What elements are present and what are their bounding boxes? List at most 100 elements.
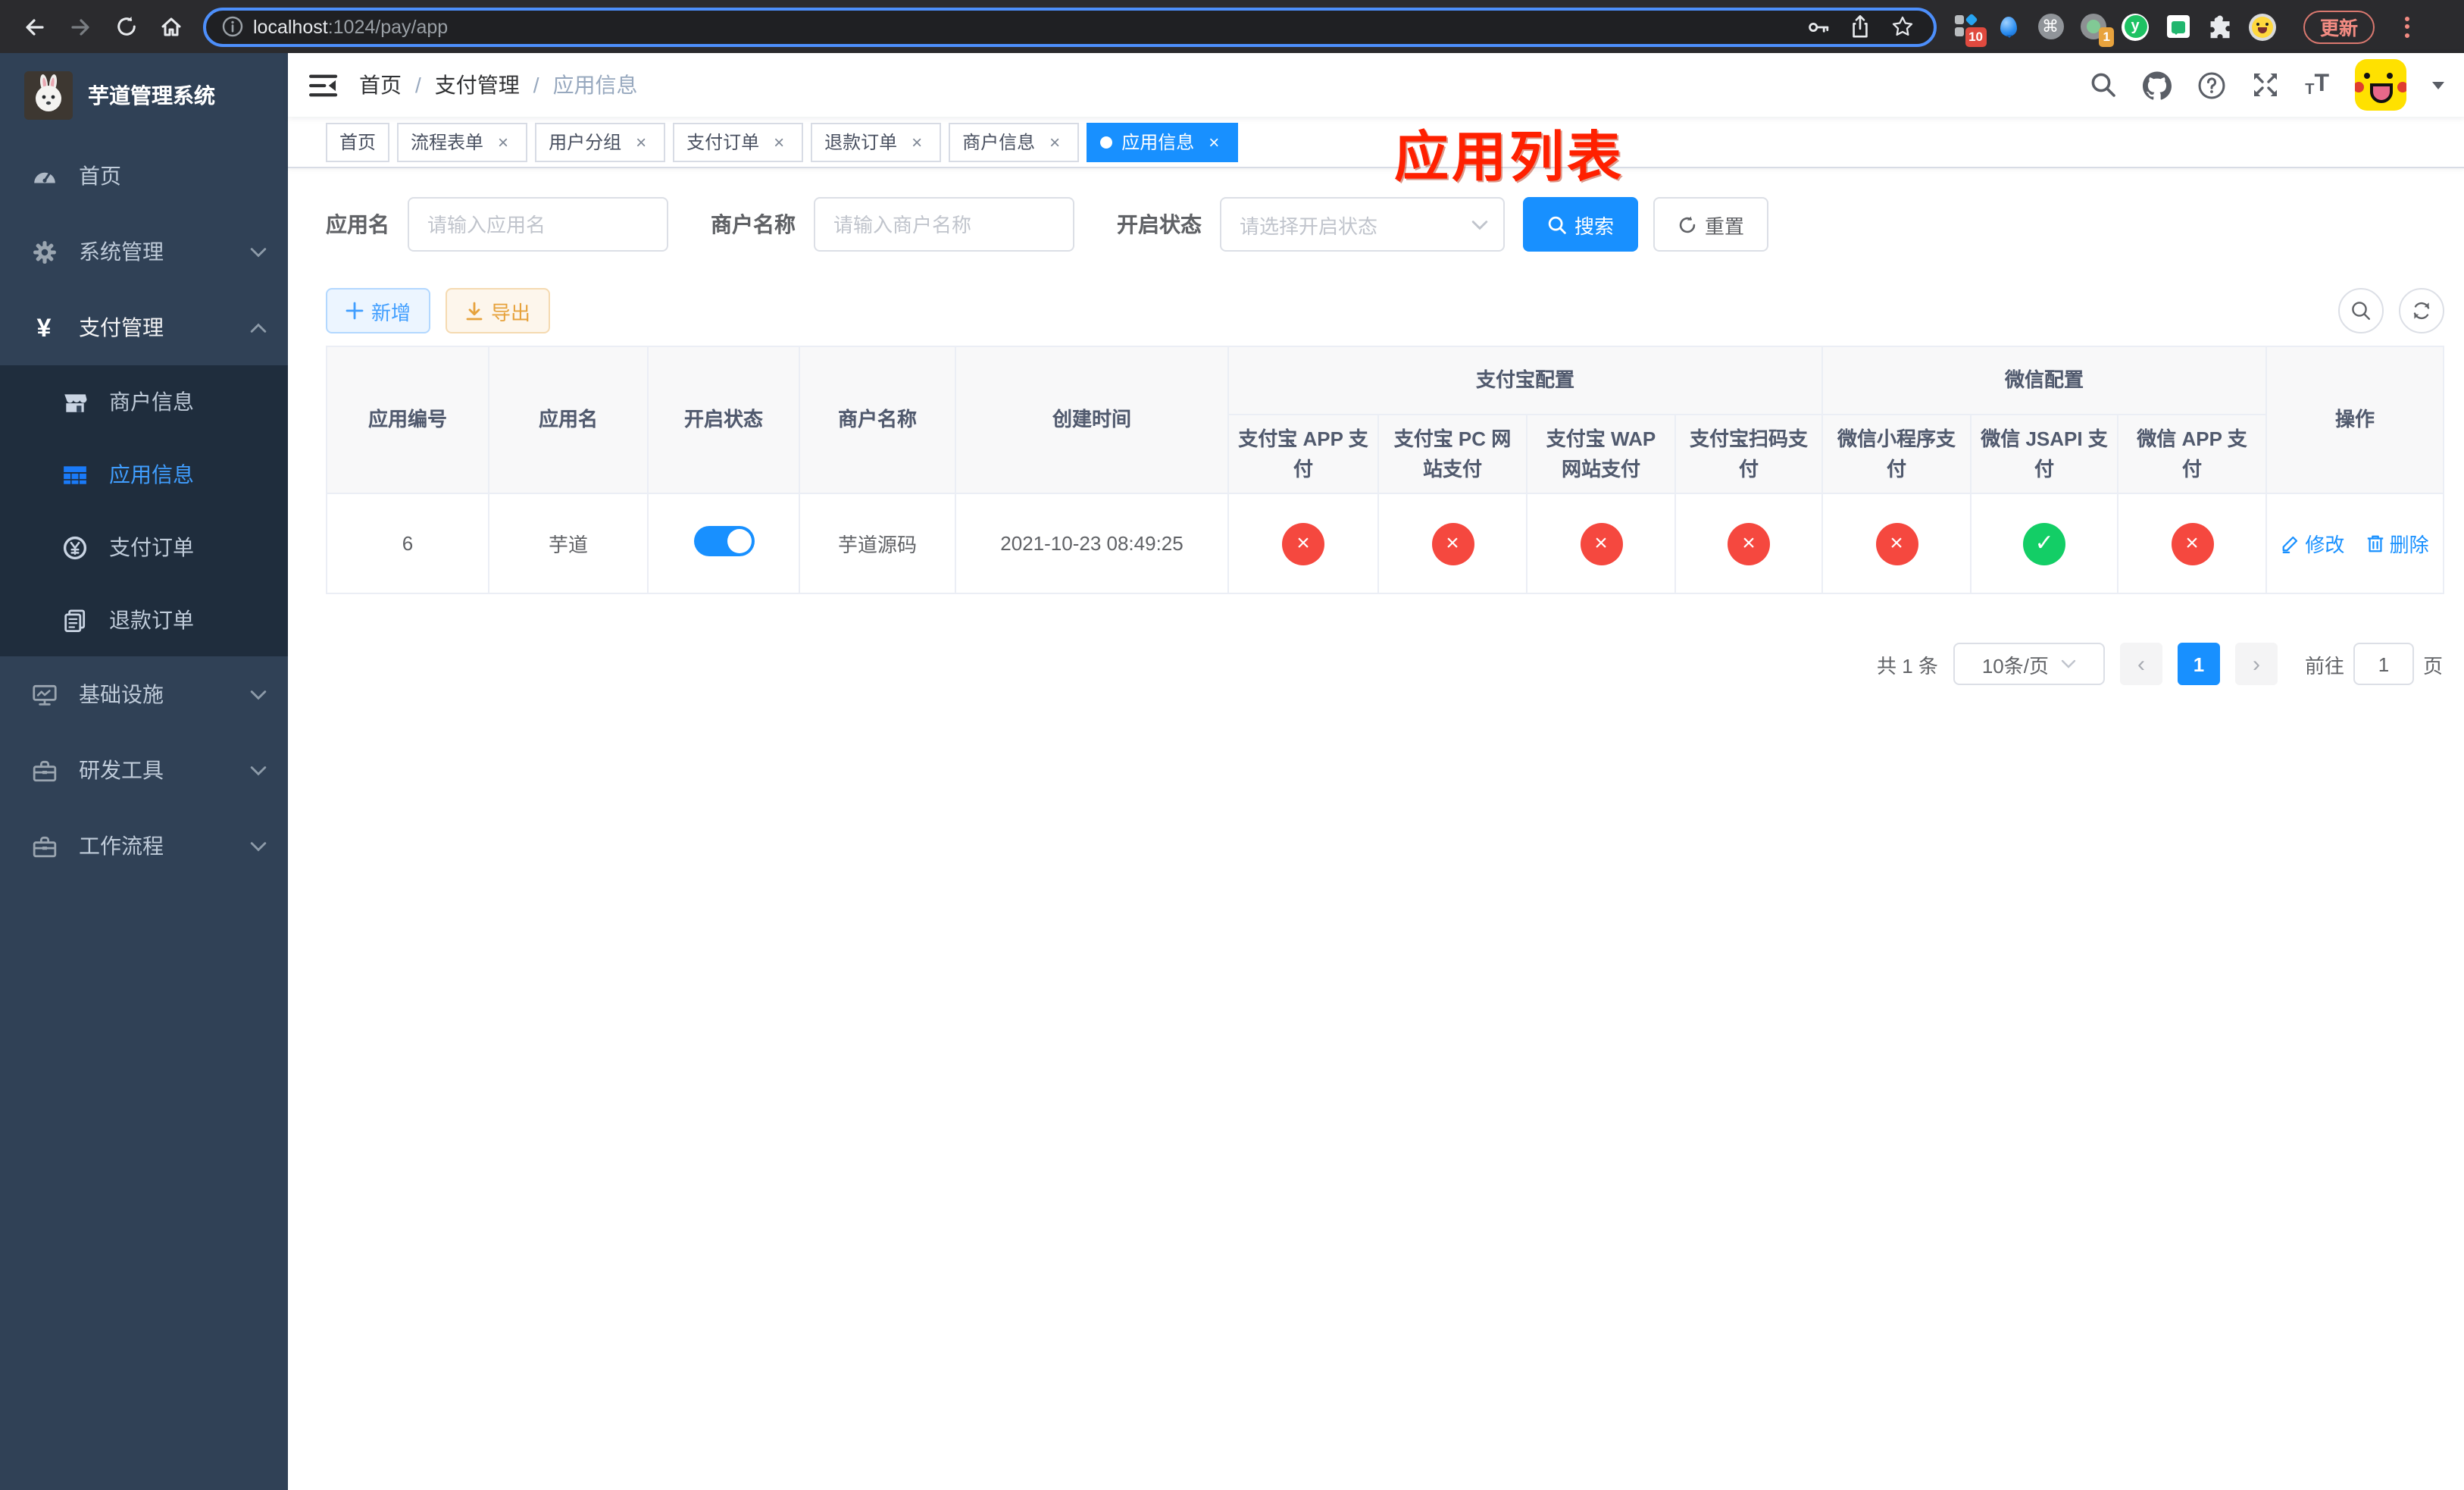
breadcrumb-separator: / (533, 73, 539, 97)
password-key-icon[interactable] (1806, 14, 1831, 39)
goto-page-input[interactable] (2353, 643, 2414, 685)
browser-back-button[interactable] (15, 7, 55, 46)
browser-update-button[interactable]: 更新 (2303, 10, 2375, 43)
tab-app-info[interactable]: 应用信息 × (1087, 122, 1239, 161)
browser-home-button[interactable] (152, 7, 191, 46)
tab-refund-orders[interactable]: 退款订单 × (811, 122, 942, 161)
sidebar-item-label: 基础设施 (79, 682, 164, 706)
extension-recorder-icon[interactable]: 1 (2079, 13, 2114, 46)
sidebar-item-payment[interactable]: ¥ 支付管理 (0, 290, 288, 365)
url-text[interactable]: localhost:1024/pay/app (253, 16, 1806, 37)
tab-close-icon[interactable]: × (1203, 131, 1224, 152)
fullscreen-button[interactable] (2252, 71, 2279, 99)
top-navbar: 首页 / 支付管理 / 应用信息 T T (288, 53, 2464, 117)
reset-button-label: 重置 (1705, 214, 1745, 237)
edit-pen-icon (2282, 536, 2298, 553)
sidebar-item-refund-orders[interactable]: 退款订单 (0, 584, 288, 656)
tab-close-icon[interactable]: × (492, 131, 514, 152)
page-1-button[interactable]: 1 (2177, 643, 2220, 685)
show-search-toggle-button[interactable] (2338, 288, 2384, 333)
font-size-big-label: T (2314, 71, 2330, 97)
tab-process-form[interactable]: 流程表单 × (397, 122, 528, 161)
monitor-chart-icon (30, 681, 58, 707)
alipay-app-disabled-icon: × (1282, 522, 1324, 565)
tab-user-group[interactable]: 用户分组 × (535, 122, 666, 161)
sidebar-item-dev-tools[interactable]: 研发工具 (0, 732, 288, 808)
download-icon (466, 301, 483, 320)
prev-page-button[interactable]: ‹ (2119, 643, 2162, 685)
sidebar-item-app-info[interactable]: 应用信息 (0, 438, 288, 511)
extensions-puzzle-button[interactable] (2206, 13, 2234, 40)
yen-icon: ¥ (36, 313, 52, 342)
page-size-select[interactable]: 10条/页 (1953, 643, 2105, 685)
merchant-name-input[interactable] (814, 197, 1074, 252)
info-icon[interactable] (221, 15, 244, 38)
browser-forward-button[interactable] (61, 7, 100, 46)
col-alipay-pc: 支付宝 PC 网站支付 (1377, 414, 1527, 494)
reset-button[interactable]: 重置 (1653, 197, 1769, 252)
delete-link[interactable]: 删除 (2366, 529, 2429, 558)
app-name-input[interactable] (408, 197, 668, 252)
breadcrumb-home[interactable]: 首页 (359, 70, 402, 100)
edit-link[interactable]: 修改 (2281, 529, 2344, 558)
sidebar-item-pay-orders[interactable]: 支付订单 (0, 511, 288, 584)
sidebar-item-system[interactable]: 系统管理 (0, 214, 288, 290)
search-icon (2091, 73, 2116, 97)
export-button[interactable]: 导出 (446, 288, 551, 333)
bookmark-star-icon[interactable] (1890, 14, 1915, 39)
table-row: 6 芋道 芋道源码 2021-10-23 08:49:25 × × × × × … (326, 493, 2445, 594)
help-button[interactable] (2197, 70, 2226, 99)
sidebar-item-workflow[interactable]: 工作流程 (0, 808, 288, 884)
status-toggle[interactable] (693, 526, 754, 556)
search-button[interactable]: 搜索 (1523, 197, 1639, 252)
extension-chat-icon[interactable] (2164, 13, 2191, 40)
status-select-placeholder: 请选择开启状态 (1240, 214, 1378, 237)
forward-icon (71, 18, 89, 35)
col-status: 开启状态 (647, 346, 800, 494)
extension-command-icon[interactable]: ⌘ (2037, 13, 2064, 40)
alipay-qr-disabled-icon: × (1728, 522, 1770, 565)
workflow-toolbox-icon (30, 833, 58, 859)
extension-balloon-icon[interactable] (1994, 13, 2022, 40)
rabbit-logo-icon (24, 71, 73, 120)
tab-home[interactable]: 首页 (326, 122, 390, 161)
tab-merchant-info[interactable]: 商户信息 × (949, 122, 1080, 161)
sidebar-item-label: 系统管理 (79, 239, 164, 264)
share-icon[interactable] (1849, 14, 1871, 39)
address-bar[interactable]: localhost:1024/pay/app (203, 7, 1937, 46)
sidebar-collapse-button[interactable] (309, 72, 338, 98)
browser-menu-button[interactable] (2396, 16, 2417, 37)
user-avatar[interactable] (2355, 59, 2407, 111)
sidebar-item-label: 退款订单 (109, 608, 194, 632)
cell-app-name: 芋道 (488, 493, 649, 594)
tab-close-icon[interactable]: × (1044, 131, 1065, 152)
tab-pay-orders[interactable]: 支付订单 × (673, 122, 804, 161)
tab-close-icon[interactable]: × (630, 131, 652, 152)
font-size-button[interactable]: TT (2305, 71, 2329, 99)
breadcrumb-payment[interactable]: 支付管理 (435, 70, 520, 100)
tab-label: 退款订单 (824, 132, 898, 153)
sidebar-logo-row[interactable]: 芋道管理系统 (0, 53, 288, 138)
github-link[interactable] (2143, 70, 2172, 99)
col-actions: 操作 (2265, 346, 2445, 494)
add-button[interactable]: 新增 (326, 288, 431, 333)
sidebar-item-infrastructure[interactable]: 基础设施 (0, 656, 288, 732)
header-search-button[interactable] (2090, 71, 2117, 99)
extension-blocks-icon[interactable]: 10 (1952, 13, 1987, 46)
status-select[interactable]: 请选择开启状态 (1220, 197, 1505, 252)
tab-label: 流程表单 (411, 132, 484, 153)
browser-profile-avatar[interactable] (2249, 13, 2276, 40)
browser-reload-button[interactable] (106, 7, 145, 46)
tab-close-icon[interactable]: × (768, 131, 790, 152)
documents-icon (61, 607, 88, 633)
tab-close-icon[interactable]: × (906, 131, 927, 152)
sidebar-item-home[interactable]: 首页 (0, 138, 288, 214)
extension-y-icon[interactable]: y (2122, 13, 2149, 40)
chat-icon (2166, 15, 2189, 38)
next-page-button[interactable]: › (2234, 643, 2278, 685)
col-app-id: 应用编号 (326, 346, 489, 494)
avatar-caret-icon[interactable] (2432, 81, 2445, 95)
sidebar-item-merchant-info[interactable]: 商户信息 (0, 365, 288, 438)
refresh-table-button[interactable] (2399, 288, 2445, 333)
page-size-label: 10条/页 (1981, 654, 2049, 677)
